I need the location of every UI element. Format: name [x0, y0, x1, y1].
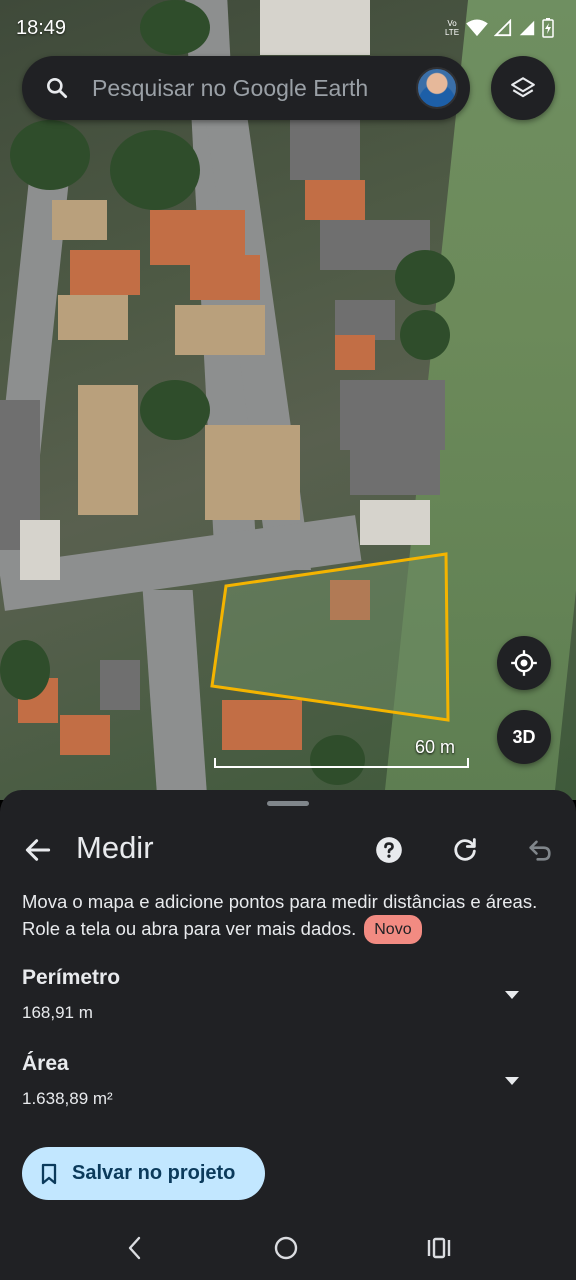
- status-bar: 18:49 Vo LTE: [0, 0, 576, 56]
- search-bar[interactable]: Pesquisar no Google Earth: [22, 56, 470, 120]
- help-icon[interactable]: [375, 836, 403, 864]
- status-time: 18:49: [16, 16, 67, 39]
- layers-icon: [511, 77, 535, 98]
- my-location-icon: [511, 650, 537, 676]
- area-label: Área: [22, 1052, 69, 1075]
- volte-icon: Vo LTE: [444, 19, 460, 37]
- undo-icon[interactable]: [526, 836, 554, 864]
- sheet-drag-handle[interactable]: [267, 801, 309, 806]
- map-scale-bar: [214, 758, 469, 768]
- search-input[interactable]: Pesquisar no Google Earth: [92, 75, 416, 102]
- chevron-down-icon[interactable]: [504, 1076, 520, 1086]
- status-icons: Vo LTE: [444, 18, 554, 38]
- signal-icon: [519, 20, 535, 36]
- measure-instructions: Mova o mapa e adicione pontos para medir…: [22, 888, 562, 944]
- measure-description: Mova o mapa e adicione pontos para medir…: [22, 891, 538, 939]
- save-label: Salvar no projeto: [72, 1162, 236, 1184]
- signal-icon: [494, 19, 512, 37]
- save-area: Salvar no projeto: [0, 1120, 576, 1216]
- map-building: [330, 580, 370, 620]
- save-to-project-button[interactable]: Salvar no projeto: [22, 1147, 265, 1200]
- perimeter-value: 168,91 m: [22, 1003, 93, 1022]
- map-scale-label: 60 m: [415, 737, 456, 757]
- area-row[interactable]: Área 1.638,89 m²: [0, 1052, 576, 1122]
- bookmark-icon: [41, 1163, 57, 1184]
- perimeter-row[interactable]: Perímetro 168,91 m: [0, 966, 576, 1036]
- perimeter-label: Perímetro: [22, 966, 121, 989]
- nav-back-icon[interactable]: [124, 1235, 146, 1261]
- search-icon: [47, 78, 68, 99]
- system-nav-bar: [0, 1216, 576, 1280]
- nav-recents-icon[interactable]: [426, 1236, 452, 1260]
- nav-home-icon[interactable]: [273, 1235, 299, 1261]
- new-badge: Novo: [364, 915, 422, 944]
- page-title: Medir: [76, 830, 154, 865]
- three-d-toggle-button[interactable]: 3D: [497, 710, 551, 764]
- measure-polygon[interactable]: [0, 0, 576, 800]
- satellite-map[interactable]: 3D 60 m: [0, 0, 576, 800]
- wifi-icon: [466, 19, 488, 37]
- refresh-icon[interactable]: [451, 836, 479, 864]
- three-d-label: 3D: [512, 726, 536, 747]
- sheet-header: Medir: [0, 826, 576, 874]
- chevron-down-icon[interactable]: [504, 990, 520, 1000]
- area-value: 1.638,89 m²: [22, 1089, 113, 1108]
- layers-button[interactable]: [491, 56, 555, 120]
- my-location-button[interactable]: [497, 636, 551, 690]
- back-arrow-icon[interactable]: [22, 834, 54, 866]
- battery-icon: [542, 18, 554, 38]
- avatar[interactable]: [416, 67, 458, 109]
- measure-area-shape: [210, 552, 450, 722]
